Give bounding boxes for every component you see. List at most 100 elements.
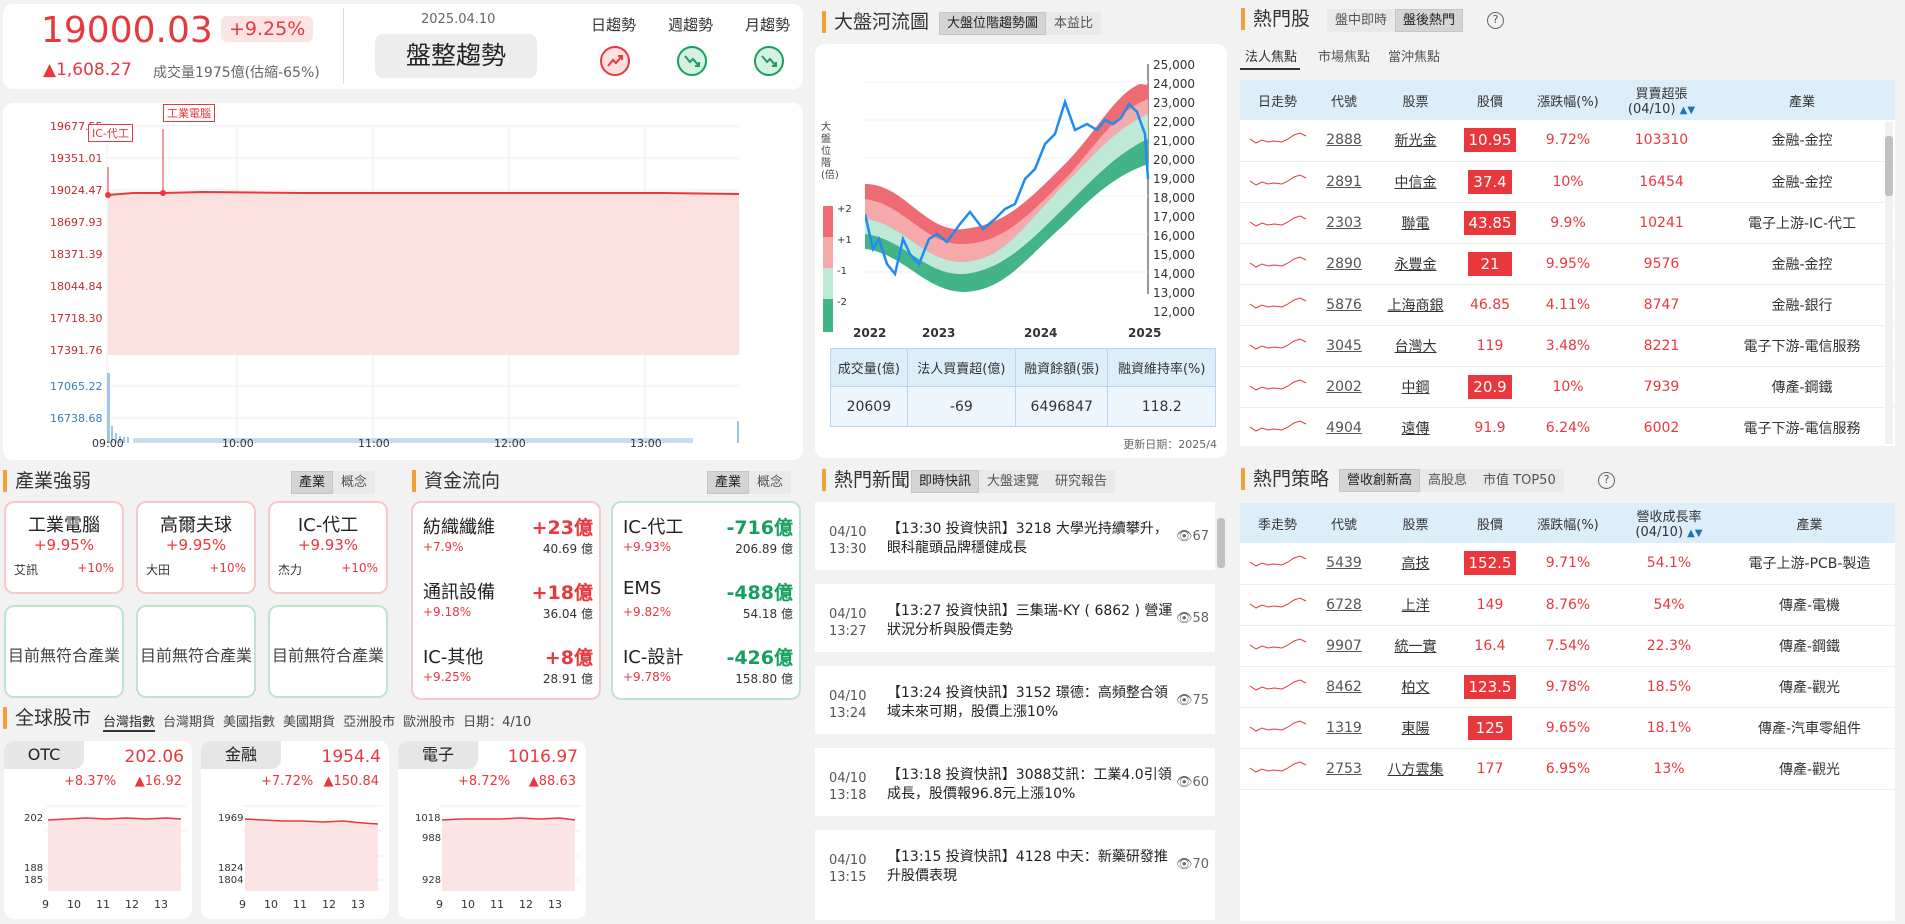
news-item[interactable]: 04/10 13:18 【13:18 投資快訊】3088艾訊：工業4.0引領成長，…: [815, 748, 1215, 816]
stock-name[interactable]: 八方雲集: [1373, 748, 1458, 790]
news-scrollbar[interactable]: [1217, 502, 1225, 920]
stock-name[interactable]: 永豐金: [1373, 243, 1458, 285]
stock-code[interactable]: 9907: [1315, 625, 1373, 667]
stock-name-link[interactable]: 遠傳: [1402, 421, 1430, 437]
stock-code-link[interactable]: 8462: [1326, 679, 1362, 695]
stock-code-link[interactable]: 2890: [1326, 256, 1362, 272]
industry-card[interactable]: IC-代工 +9.93% 杰力 +10%: [268, 501, 388, 594]
table-row[interactable]: 2890 永豐金 21 9.95% 9576 金融-金控: [1240, 243, 1895, 285]
global-card[interactable]: 金融 1954.4 +7.72% ▲150.84 1969 1824 1804 …: [201, 741, 389, 919]
tab-intraday[interactable]: 盤中即時: [1327, 9, 1395, 32]
news-item[interactable]: 04/10 13:24 【13:24 投資快訊】3152 璟德：高頻整合領域未來可…: [815, 666, 1215, 734]
stock-code[interactable]: 5876: [1315, 284, 1373, 326]
tab-us-index[interactable]: 美國指數: [223, 711, 275, 732]
stock-name[interactable]: 上洋: [1373, 584, 1458, 626]
stock-code-link[interactable]: 5876: [1326, 297, 1362, 313]
stock-name-link[interactable]: 柏文: [1402, 680, 1430, 696]
stock-name-link[interactable]: 高技: [1402, 556, 1430, 572]
stock-name-link[interactable]: 上洋: [1402, 598, 1430, 614]
stock-code[interactable]: 4904: [1315, 407, 1373, 446]
flow-in-row[interactable]: IC-其他 +8億 +9.25% 28.91 億: [413, 635, 599, 695]
stock-name[interactable]: 上海商銀: [1373, 284, 1458, 326]
table-row[interactable]: 5876 上海商銀 46.85 4.11% 8747 金融-銀行: [1240, 284, 1895, 326]
stock-name-link[interactable]: 統一實: [1395, 639, 1437, 655]
industry-card[interactable]: 高爾夫球 +9.95% 大田 +10%: [136, 501, 256, 594]
stock-code-link[interactable]: 2303: [1326, 215, 1362, 231]
stock-code-link[interactable]: 1319: [1326, 720, 1362, 736]
help-icon[interactable]: ?: [1598, 472, 1615, 489]
global-card[interactable]: OTC 202.06 +8.37% ▲16.92 202 188 185 9 1…: [4, 741, 192, 919]
tab-after-hours[interactable]: 盤後熱門: [1395, 9, 1464, 32]
tab-river-level[interactable]: 大盤位階趨勢圖: [939, 12, 1047, 35]
stock-code-link[interactable]: 2888: [1326, 132, 1362, 148]
stock-code[interactable]: 2891: [1315, 161, 1373, 203]
tab-news-flash[interactable]: 即時快訊: [911, 470, 980, 493]
stock-code-link[interactable]: 2753: [1326, 761, 1362, 777]
tab-top50[interactable]: 市值 TOP50: [1475, 469, 1564, 492]
table-row[interactable]: 9907 統一實 16.4 7.54% 22.3% 傳產-鋼鐵: [1240, 625, 1895, 667]
stock-code-link[interactable]: 2891: [1326, 174, 1362, 190]
stock-code[interactable]: 2890: [1315, 243, 1373, 285]
table-row[interactable]: 5439 高技 152.5 9.71% 54.1% 電子上游-PCB-製造: [1240, 543, 1895, 585]
subtab-market[interactable]: 市場焦點: [1318, 46, 1370, 70]
tab-tw-index[interactable]: 台灣指數: [103, 711, 156, 732]
stock-name[interactable]: 東陽: [1373, 707, 1458, 749]
table-row[interactable]: 2303 聯電 43.85 9.9% 10241 電子上游-IC-代工: [1240, 202, 1895, 244]
table-row[interactable]: 4904 遠傳 91.9 6.24% 6002 電子下游-電信服務: [1240, 407, 1895, 446]
news-item[interactable]: 04/10 13:15 【13:15 投資快訊】4128 中天：新藥研發推升股價表…: [815, 830, 1215, 920]
news-item[interactable]: 04/10 13:27 【13:27 投資快訊】三集瑞-KY ( 6862 ) 營…: [815, 584, 1215, 652]
stock-code[interactable]: 3045: [1315, 325, 1373, 367]
stock-name-link[interactable]: 東陽: [1402, 721, 1430, 737]
stock-name-link[interactable]: 台灣大: [1395, 339, 1437, 355]
flow-out-row[interactable]: IC-代工 -716億 +9.93% 206.89 億: [613, 505, 799, 565]
tab-market-overview[interactable]: 大盤速覽: [979, 470, 1047, 493]
help-icon[interactable]: ?: [1487, 12, 1504, 29]
stock-name[interactable]: 高技: [1373, 543, 1458, 585]
stock-name[interactable]: 遠傳: [1373, 407, 1458, 446]
stock-code[interactable]: 1319: [1315, 707, 1373, 749]
flow-out-row[interactable]: EMS -488億 +9.82% 54.18 億: [613, 570, 799, 630]
flow-out-row[interactable]: IC-設計 -426億 +9.78% 158.80 億: [613, 635, 799, 695]
tab-industry[interactable]: 產業: [291, 471, 334, 494]
tab-tw-futures[interactable]: 台灣期貨: [163, 711, 215, 732]
stock-code[interactable]: 2888: [1315, 120, 1373, 162]
stock-name-link[interactable]: 聯電: [1402, 216, 1430, 232]
flow-in-row[interactable]: 通訊設備 +18億 +9.18% 36.04 億: [413, 570, 599, 630]
stock-name[interactable]: 台灣大: [1373, 325, 1458, 367]
stock-name-link[interactable]: 中信金: [1395, 175, 1437, 191]
col-header[interactable]: 買賣超張(04/10) ▲▼: [1614, 80, 1709, 120]
subtab-institutional[interactable]: 法人焦點: [1240, 46, 1301, 70]
global-card[interactable]: 電子 1016.97 +8.72% ▲88.63 1018 988 928 9 …: [398, 741, 586, 919]
stock-code-link[interactable]: 2002: [1326, 379, 1362, 395]
scrollbar[interactable]: [1885, 122, 1893, 444]
stock-name[interactable]: 柏文: [1373, 666, 1458, 708]
stock-code-link[interactable]: 5439: [1326, 555, 1362, 571]
table-row[interactable]: 6728 上洋 149 8.76% 54% 傳產-電機: [1240, 584, 1895, 626]
stock-code-link[interactable]: 4904: [1326, 420, 1362, 436]
table-row[interactable]: 2002 中鋼 20.9 10% 7939 傳產-鋼鐵: [1240, 366, 1895, 408]
table-row[interactable]: 2753 八方雲集 177 6.95% 13% 傳產-觀光: [1240, 748, 1895, 790]
tab-research[interactable]: 研究報告: [1047, 470, 1115, 493]
flow-in-row[interactable]: 紡織纖維 +23億 +7.9% 40.69 億: [413, 505, 599, 565]
col-header[interactable]: 營收成長率(04/10) ▲▼: [1614, 503, 1724, 543]
stock-code-link[interactable]: 6728: [1326, 597, 1362, 613]
stock-code[interactable]: 2753: [1315, 748, 1373, 790]
stock-name[interactable]: 聯電: [1373, 202, 1458, 244]
table-row[interactable]: 1319 東陽 125 9.65% 18.1% 傳產-汽車零組件: [1240, 707, 1895, 749]
tab-flow-concept[interactable]: 概念: [749, 471, 791, 494]
tab-flow-industry[interactable]: 產業: [707, 471, 750, 494]
stock-name[interactable]: 統一實: [1373, 625, 1458, 667]
tab-revenue-high[interactable]: 營收創新高: [1339, 469, 1421, 492]
stock-name-link[interactable]: 中鋼: [1402, 380, 1430, 396]
stock-code[interactable]: 2002: [1315, 366, 1373, 408]
tab-high-dividend[interactable]: 高股息: [1420, 469, 1475, 492]
stock-name-link[interactable]: 新光金: [1395, 133, 1437, 149]
news-item[interactable]: 04/10 13:30 【13:30 投資快訊】3218 大學光持續攀升，眼科龍頭…: [815, 502, 1215, 570]
subtab-daytrade[interactable]: 當沖焦點: [1388, 46, 1440, 70]
stock-code[interactable]: 8462: [1315, 666, 1373, 708]
stock-name[interactable]: 新光金: [1373, 120, 1458, 162]
tab-us-futures[interactable]: 美國期貨: [283, 711, 335, 732]
industry-card[interactable]: 工業電腦 +9.95% 艾訊 +10%: [4, 501, 124, 594]
table-row[interactable]: 2888 新光金 10.95 9.72% 103310 金融-金控: [1240, 120, 1895, 162]
stock-code-link[interactable]: 3045: [1326, 338, 1362, 354]
